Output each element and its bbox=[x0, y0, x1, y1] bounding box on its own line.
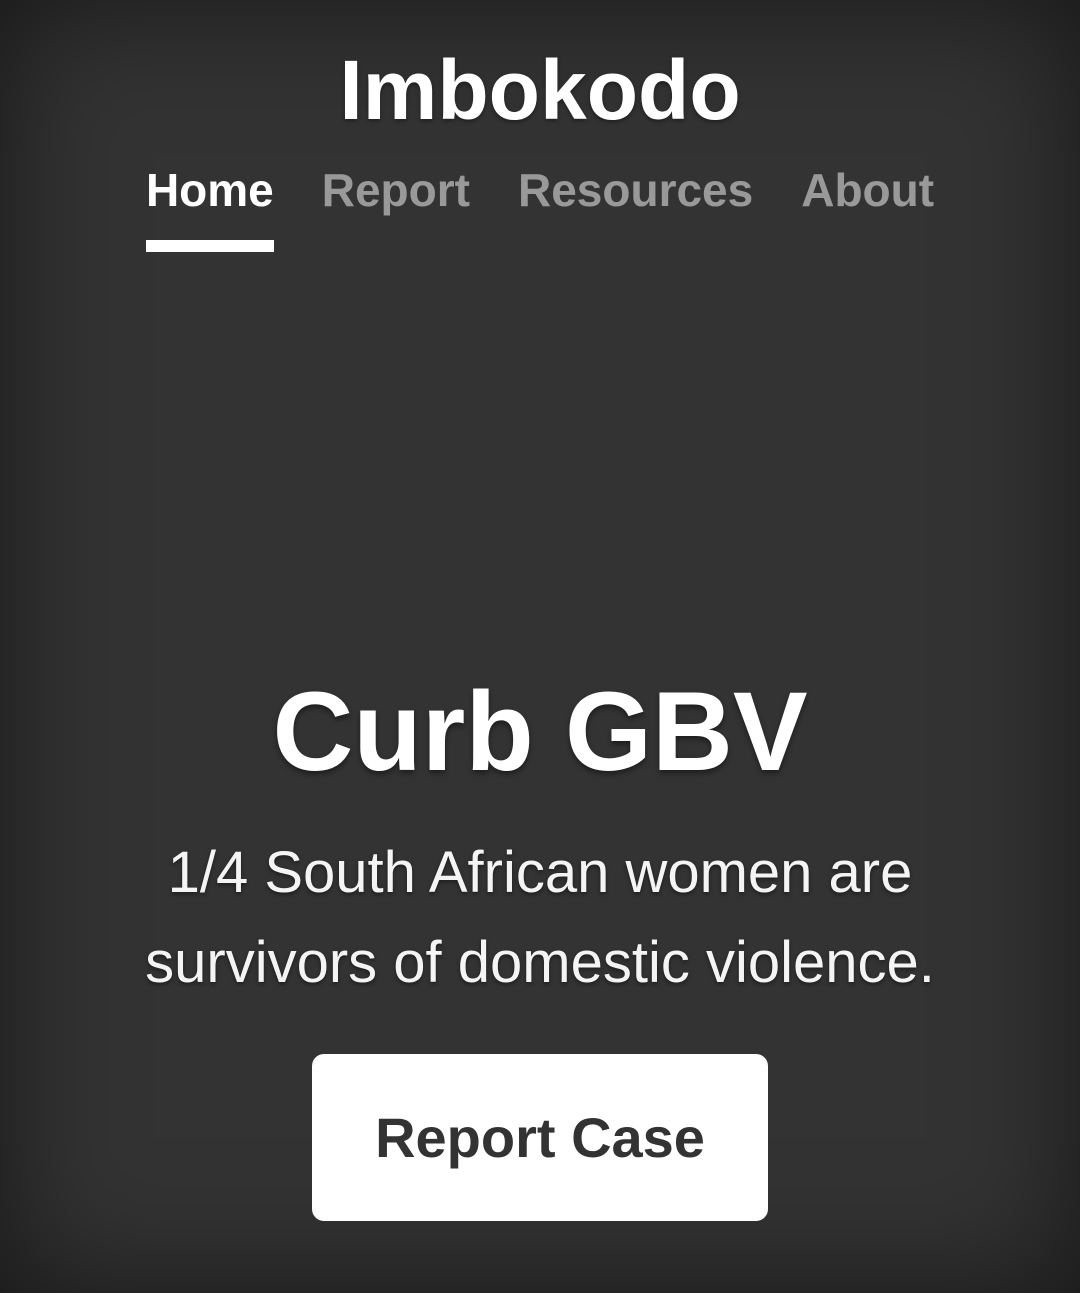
hero-title: Curb GBV bbox=[272, 669, 808, 794]
nav-item-report[interactable]: Report bbox=[322, 160, 470, 252]
main-nav: Home Report Resources About bbox=[0, 160, 1080, 252]
nav-item-about[interactable]: About bbox=[801, 160, 934, 252]
hero-text: 1/4 South African women are survivors of… bbox=[145, 840, 935, 995]
nav-item-home[interactable]: Home bbox=[145, 160, 274, 252]
report-case-button[interactable]: Report Case bbox=[312, 1054, 768, 1221]
nav-item-resources[interactable]: Resources bbox=[518, 160, 753, 252]
brand-title[interactable]: Imbokodo bbox=[0, 40, 1080, 140]
